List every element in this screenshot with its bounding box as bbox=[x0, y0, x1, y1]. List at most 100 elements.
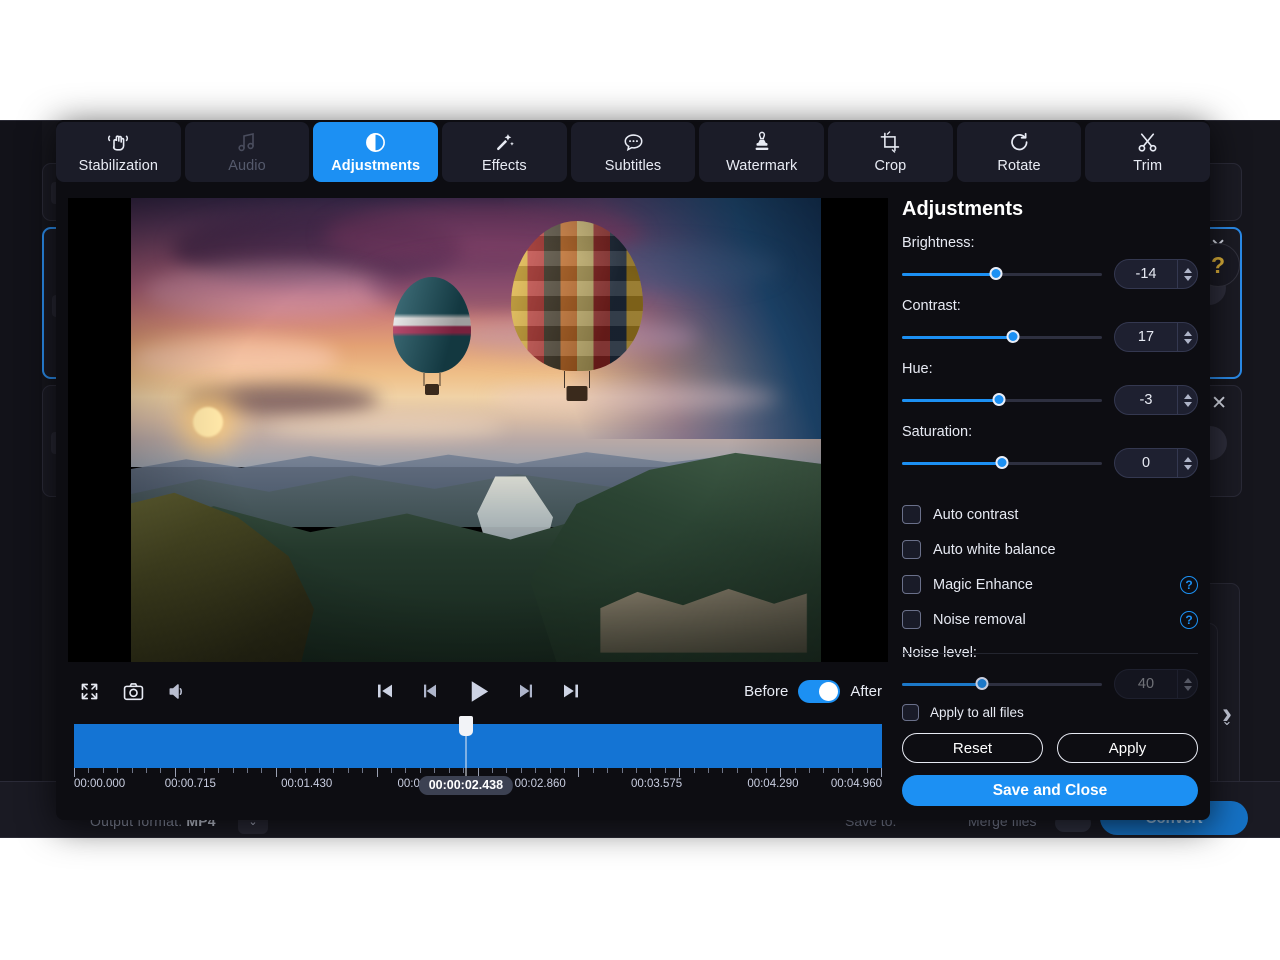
skip-to-end-icon[interactable] bbox=[558, 678, 584, 704]
ruler-tick-minor bbox=[434, 768, 436, 773]
noise-level-slider[interactable] bbox=[902, 677, 1102, 691]
tab-crop[interactable]: Crop bbox=[828, 122, 953, 182]
noise-removal-row[interactable]: Noise removal ? bbox=[902, 602, 1198, 637]
saturation-stepper[interactable]: 0 bbox=[1114, 448, 1198, 478]
tab-audio[interactable]: Audio bbox=[184, 122, 310, 182]
ruler-tick-minor bbox=[866, 768, 868, 773]
background-left-rail bbox=[0, 121, 42, 837]
saturation-value: 0 bbox=[1141, 455, 1151, 471]
slider-thumb[interactable] bbox=[992, 393, 1006, 406]
adjustments-panel: Adjustments Brightness: -14 Contrast: 17… bbox=[902, 198, 1198, 806]
ruler-tick-minor bbox=[246, 768, 248, 773]
ruler-tick-minor bbox=[232, 768, 234, 773]
stepper-arrows[interactable] bbox=[1177, 449, 1197, 477]
auto-white-balance-checkbox[interactable] bbox=[902, 540, 921, 559]
noise-removal-checkbox[interactable] bbox=[902, 610, 921, 629]
tab-subtitles[interactable]: Subtitles bbox=[570, 122, 696, 182]
tab-label: Subtitles bbox=[604, 157, 662, 174]
hue-slider[interactable] bbox=[902, 393, 1102, 407]
slider-thumb[interactable] bbox=[995, 456, 1009, 469]
brightness-stepper[interactable]: -14 bbox=[1114, 259, 1198, 289]
contrast-slider[interactable] bbox=[902, 330, 1102, 344]
contrast-label: Contrast: bbox=[902, 298, 961, 314]
auto-contrast-row[interactable]: Auto contrast bbox=[902, 497, 1198, 532]
play-icon[interactable] bbox=[462, 675, 494, 707]
ruler-tick-minor bbox=[304, 768, 306, 773]
timeline-track[interactable] bbox=[74, 724, 882, 768]
tab-rotate[interactable]: Rotate bbox=[956, 122, 1082, 182]
magic-wand-icon bbox=[493, 131, 516, 154]
stepper-up-icon[interactable] bbox=[1183, 456, 1192, 462]
volume-icon[interactable] bbox=[160, 674, 194, 708]
stepper-down-icon[interactable] bbox=[1183, 685, 1192, 691]
camera-icon[interactable] bbox=[116, 674, 150, 708]
timeline-tick-label: 00:00.000 bbox=[74, 778, 126, 790]
stepper-up-icon[interactable] bbox=[1183, 393, 1192, 399]
ruler-tick-minor bbox=[290, 768, 292, 773]
tab-watermark[interactable]: Watermark bbox=[699, 122, 825, 182]
skip-to-start-icon[interactable] bbox=[372, 678, 398, 704]
magic-enhance-row[interactable]: Magic Enhance ? bbox=[902, 567, 1198, 602]
tab-effects[interactable]: Effects bbox=[442, 122, 567, 182]
auto-contrast-checkbox[interactable] bbox=[902, 505, 921, 524]
ruler-tick-minor bbox=[88, 768, 90, 773]
magic-enhance-label: Magic Enhance bbox=[933, 576, 1033, 593]
stepper-down-icon[interactable] bbox=[1183, 338, 1192, 344]
ruler-tick-minor bbox=[621, 768, 623, 773]
stepper-up-icon[interactable] bbox=[1183, 267, 1192, 273]
next-arrow-icon[interactable]: › bbox=[1222, 699, 1232, 729]
slider-thumb[interactable] bbox=[1006, 330, 1020, 343]
tab-stabilization[interactable]: Stabilization bbox=[56, 122, 181, 182]
tab-trim[interactable]: Trim bbox=[1085, 122, 1210, 182]
saturation-slider[interactable] bbox=[902, 456, 1102, 470]
apply-button[interactable]: Apply bbox=[1057, 733, 1198, 763]
stepper-arrows[interactable] bbox=[1177, 260, 1197, 288]
brightness-slider[interactable] bbox=[902, 267, 1102, 281]
contrast-row: 17 bbox=[902, 322, 1198, 352]
stepper-down-icon[interactable] bbox=[1183, 464, 1192, 470]
contrast-stepper[interactable]: 17 bbox=[1114, 322, 1198, 352]
panel-divider bbox=[902, 653, 1198, 654]
step-back-frame-icon[interactable] bbox=[417, 678, 443, 704]
ruler-tick-minor bbox=[189, 768, 191, 773]
slider-thumb[interactable] bbox=[975, 677, 989, 690]
before-after-toggle-group: Before After bbox=[744, 674, 882, 708]
stepper-arrows[interactable] bbox=[1177, 670, 1197, 698]
auto-white-balance-row[interactable]: Auto white balance bbox=[902, 532, 1198, 567]
magic-enhance-checkbox[interactable] bbox=[902, 575, 921, 594]
slider-thumb[interactable] bbox=[989, 267, 1003, 280]
video-preview-stage[interactable] bbox=[68, 198, 888, 662]
ruler-tick-minor bbox=[448, 768, 450, 773]
before-after-switch[interactable] bbox=[798, 679, 841, 703]
ruler-tick-minor bbox=[592, 768, 594, 773]
stepper-arrows[interactable] bbox=[1177, 386, 1197, 414]
apply-to-all-row[interactable]: Apply to all files bbox=[902, 704, 1198, 721]
hue-stepper[interactable]: -3 bbox=[1114, 385, 1198, 415]
stepper-arrows[interactable] bbox=[1177, 323, 1197, 351]
ruler-tick-minor bbox=[218, 768, 220, 773]
ruler-tick-minor bbox=[852, 768, 854, 773]
noise-level-stepper[interactable]: 40 bbox=[1114, 669, 1198, 699]
timeline[interactable]: 00:00.00000:00.71500:01.43000:02.14500:0… bbox=[74, 716, 882, 795]
reset-apply-row: Reset Apply bbox=[902, 733, 1198, 763]
ruler-tick-minor bbox=[146, 768, 148, 773]
stepper-down-icon[interactable] bbox=[1183, 275, 1192, 281]
ruler-tick-minor bbox=[520, 768, 522, 773]
stepper-up-icon[interactable] bbox=[1183, 677, 1192, 683]
fullscreen-icon[interactable] bbox=[72, 674, 106, 708]
help-icon[interactable]: ? bbox=[1180, 575, 1198, 594]
close-icon[interactable]: ✕ bbox=[1211, 394, 1227, 413]
editor-body: Before After 00:00.000 00:00.715 00:01.430… bbox=[56, 184, 1210, 820]
ruler-tick-minor bbox=[391, 768, 393, 773]
apply-to-all-checkbox[interactable] bbox=[902, 704, 919, 721]
reset-button[interactable]: Reset bbox=[902, 733, 1043, 763]
tab-adjustments[interactable]: Adjustments bbox=[313, 122, 439, 182]
help-icon[interactable]: ? bbox=[1180, 610, 1198, 629]
player-controls: Before After bbox=[68, 670, 888, 712]
stepper-down-icon[interactable] bbox=[1183, 401, 1192, 407]
stepper-up-icon[interactable] bbox=[1183, 330, 1192, 336]
step-forward-frame-icon[interactable] bbox=[513, 678, 539, 704]
save-and-close-button[interactable]: Save and Close bbox=[902, 775, 1198, 806]
timeline-tick-label: 00:02.860 bbox=[514, 778, 566, 790]
playhead-handle[interactable] bbox=[458, 716, 473, 776]
